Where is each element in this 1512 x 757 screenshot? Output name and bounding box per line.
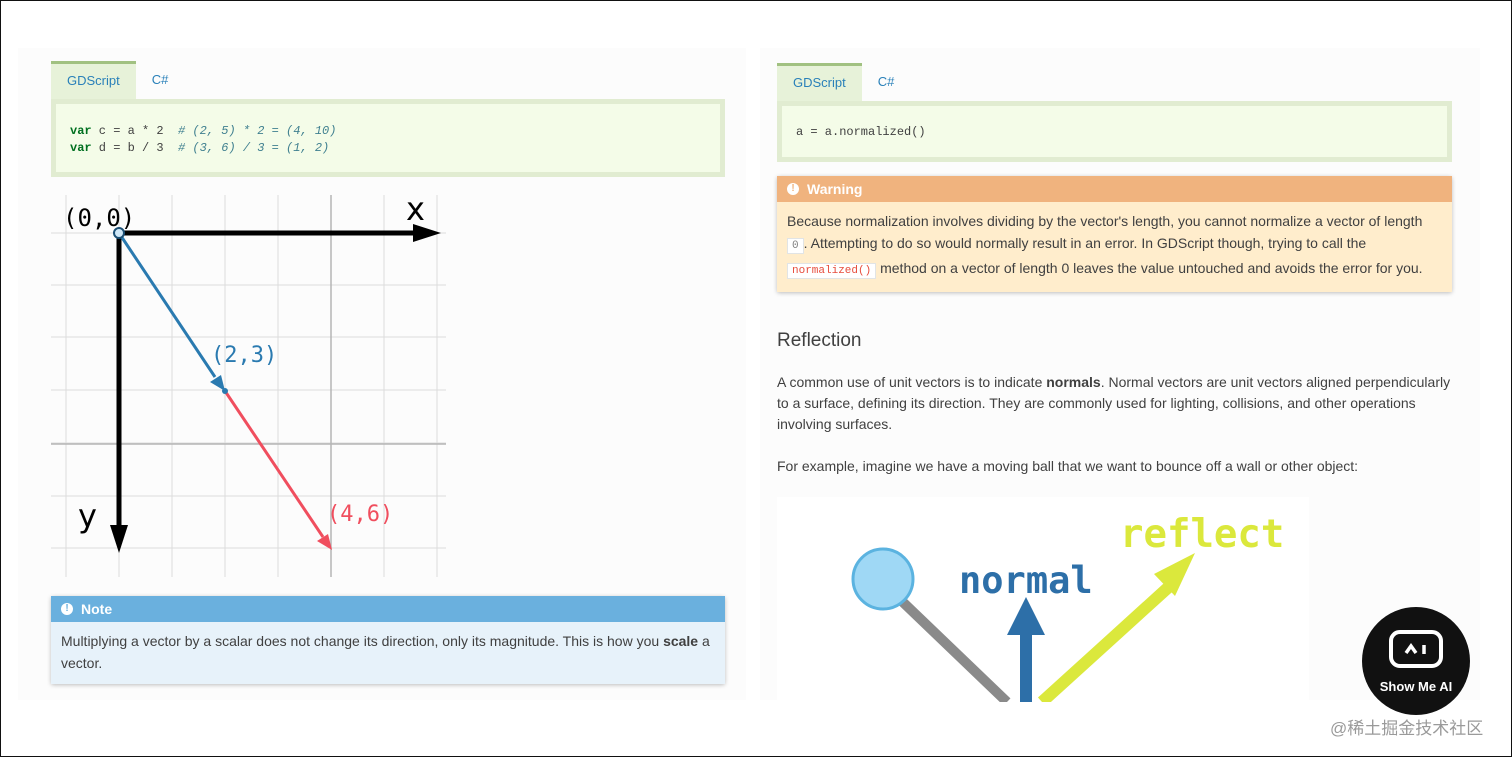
ball	[851, 547, 915, 611]
warning-title: Warning	[807, 181, 863, 197]
y-axis-label: y	[78, 497, 97, 535]
warning-admonition: Warning Because normalization involves d…	[777, 176, 1452, 292]
origin-label: (0,0)	[63, 204, 135, 232]
x-axis-label: x	[406, 190, 425, 228]
left-code-block: var c = a * 2 # (2, 5) * 2 = (4, 10) var…	[51, 99, 725, 177]
note-title: Note	[81, 601, 113, 617]
reflect-label: reflect	[1120, 512, 1284, 557]
blue-vector	[117, 232, 217, 378]
paragraph-example: For example, imagine we have a moving ba…	[777, 458, 1359, 474]
badge-label: Show Me AI	[1379, 679, 1453, 694]
y-axis-arrowhead	[110, 525, 128, 553]
red-point-label: (4,6)	[327, 502, 393, 527]
tab-csharp[interactable]: C#	[862, 63, 911, 101]
left-code-tabs: GDScript C#	[51, 61, 184, 99]
robot-icon	[1389, 630, 1443, 668]
code-line: var c = a * 2 # (2, 5) * 2 = (4, 10)	[70, 124, 337, 138]
info-icon	[61, 596, 73, 622]
note-body: Multiplying a vector by a scalar does no…	[51, 622, 725, 684]
inline-code: normalized()	[787, 263, 877, 279]
warning-icon	[787, 176, 799, 202]
scaled-point	[222, 388, 228, 394]
blue-point-label: (2,3)	[211, 343, 277, 368]
watermark: @稀土掘金技术社区	[1330, 719, 1484, 738]
tab-csharp[interactable]: C#	[136, 61, 185, 99]
right-code-block: a = a.normalized()	[777, 101, 1452, 162]
paragraph-normals: A common use of unit vectors is to indic…	[777, 374, 1451, 432]
warning-body: Because normalization involves dividing …	[777, 202, 1452, 292]
show-me-ai-badge: Show Me AI	[1362, 607, 1470, 715]
tab-gdscript[interactable]: GDScript	[777, 63, 862, 101]
reflection-figure: normal reflect	[777, 497, 1309, 702]
code-line: var d = b / 3 # (3, 6) / 3 = (1, 2)	[70, 141, 330, 155]
code-line: a = a.normalized()	[796, 125, 926, 139]
normal-label: normal	[959, 559, 1093, 602]
section-heading: Reflection	[777, 330, 862, 351]
right-code-tabs: GDScript C#	[777, 63, 910, 101]
note-admonition: Note Multiplying a vector by a scalar do…	[51, 596, 725, 684]
red-vector	[223, 390, 325, 538]
inline-code: 0	[787, 238, 804, 254]
tab-gdscript[interactable]: GDScript	[51, 61, 136, 99]
blue-vector-arrowhead	[210, 375, 225, 391]
vector-scaling-diagram: (0,0) x y (2,3) (4,6)	[51, 190, 446, 577]
